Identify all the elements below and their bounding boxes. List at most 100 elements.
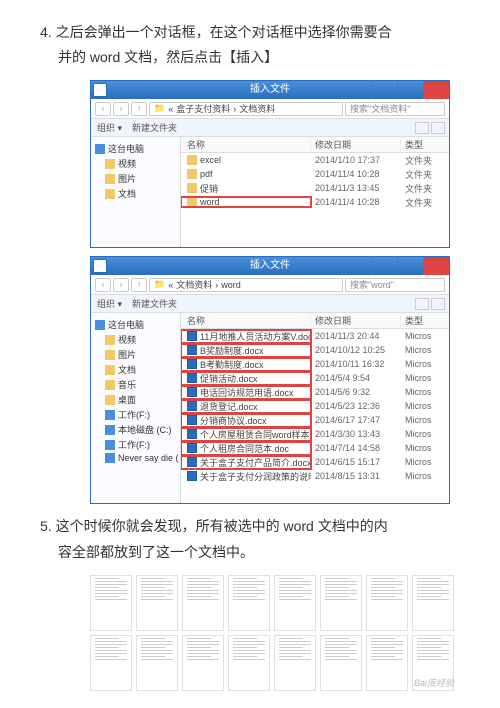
- nav-fwd-icon[interactable]: ›: [113, 278, 129, 292]
- step4-text: 4. 之后会弹出一个对话框，在这个对话框中选择你需要合 并的 word 文档，然…: [40, 20, 470, 70]
- sidebar-item-cdisk[interactable]: 本地磁盘 (C:): [95, 422, 176, 437]
- dialog2-title: 插入文件: [250, 260, 290, 271]
- page-thumb: [182, 635, 224, 691]
- col-name[interactable]: 名称: [181, 137, 311, 152]
- sidebar-item-thispc[interactable]: 这台电脑: [95, 317, 176, 332]
- table-row[interactable]: excel2014/1/10 17:37文件夹: [181, 153, 449, 167]
- table-row[interactable]: 个人租房合同范本.doc2014/7/14 14:58Micros: [181, 441, 449, 455]
- docx-icon: [187, 387, 197, 397]
- help-icon[interactable]: [431, 298, 445, 310]
- docx-icon: [187, 443, 197, 453]
- sidebar-item-work[interactable]: 工作(F:): [95, 407, 176, 422]
- page-thumb: [412, 575, 454, 631]
- sidebar-item-docs[interactable]: 文档: [95, 186, 176, 201]
- search-input[interactable]: 搜索"word": [345, 278, 445, 292]
- sidebar-item-never[interactable]: Never say die (: [95, 452, 176, 464]
- page-thumb: [228, 635, 270, 691]
- nav-up-icon[interactable]: ↑: [131, 278, 147, 292]
- view-icon[interactable]: [415, 122, 429, 134]
- folder-icon: [187, 183, 197, 193]
- nav-back-icon[interactable]: ‹: [95, 102, 111, 116]
- breadcrumb[interactable]: 📁 « 文档资料 › word: [149, 278, 343, 292]
- sidebar-item-desktop[interactable]: 桌面: [95, 392, 176, 407]
- docx-icon: [187, 457, 197, 467]
- table-row[interactable]: 退货登记.docx2014/5/23 12:36Micros: [181, 399, 449, 413]
- step4-num: 4.: [40, 20, 52, 45]
- view-icon[interactable]: [415, 298, 429, 310]
- minimize-button[interactable]: [371, 81, 397, 99]
- nav-back-icon[interactable]: ‹: [95, 278, 111, 292]
- sidebar-item-thispc[interactable]: 这台电脑: [95, 141, 176, 156]
- dialog2-screenshot: 插入文件 ‹ › ↑ 📁 « 文档资料 › word 搜索"word: [90, 256, 450, 504]
- file-list: 名称 修改日期 类型 11月地推人员活动方案V.docx2014/11/3 20…: [181, 313, 449, 503]
- sidebar-item-music[interactable]: 音乐: [95, 377, 176, 392]
- help-icon[interactable]: [431, 122, 445, 134]
- page-thumb: [366, 575, 408, 631]
- sidebar: 这台电脑 视频 图片 文档 音乐 桌面 工作(F:) 本地磁盘 (C:) 工作(…: [91, 313, 181, 503]
- close-button[interactable]: [423, 81, 449, 99]
- folder-icon: [187, 155, 197, 165]
- maximize-button[interactable]: [397, 81, 423, 99]
- result-thumbnails: Bai度经验: [90, 575, 460, 691]
- nav-up-icon[interactable]: ↑: [131, 102, 147, 116]
- col-type[interactable]: 类型: [401, 137, 449, 152]
- watermark: Bai度经验: [414, 676, 454, 689]
- page-thumb: [90, 635, 132, 691]
- sidebar-item-software[interactable]: 工作(F:): [95, 437, 176, 452]
- table-row[interactable]: 个人房屋租赁合同word样本.doc2014/3/30 13:43Micros: [181, 427, 449, 441]
- page-thumb: [136, 635, 178, 691]
- page-thumb: [320, 575, 362, 631]
- word-icon: [93, 259, 107, 273]
- docx-icon: [187, 331, 197, 341]
- organize-menu[interactable]: 组织 ▾: [97, 121, 122, 134]
- organize-menu[interactable]: 组织 ▾: [97, 297, 122, 310]
- sidebar: 这台电脑 视频 图片 文档: [91, 137, 181, 247]
- table-row[interactable]: 分销商协议.docx2014/6/17 17:47Micros: [181, 413, 449, 427]
- close-button[interactable]: [423, 257, 449, 275]
- sidebar-item-video[interactable]: 视频: [95, 156, 176, 171]
- table-row[interactable]: B考勤制度.docx2014/10/11 16:32Micros: [181, 357, 449, 371]
- docx-icon: [187, 373, 197, 383]
- sidebar-item-docs[interactable]: 文档: [95, 362, 176, 377]
- new-folder-button[interactable]: 新建文件夹: [132, 121, 177, 134]
- dialog1-screenshot: 插入文件 ‹ › ↑ 📁 « 盒子支付资料 › 文档资料 搜索"文档: [90, 80, 450, 248]
- table-row[interactable]: B奖励制度.docx2014/10/12 10:25Micros: [181, 343, 449, 357]
- dialog1-title: 插入文件: [250, 84, 290, 95]
- docx-icon: [187, 345, 197, 355]
- docx-icon: [187, 401, 197, 411]
- table-row[interactable]: 关于盒子支付产品简介.docx2014/6/15 15:17Micros: [181, 455, 449, 469]
- new-folder-button[interactable]: 新建文件夹: [132, 297, 177, 310]
- folder-icon: [187, 197, 197, 207]
- table-row[interactable]: 电话回访规范用语.docx2014/5/6 9:32Micros: [181, 385, 449, 399]
- page-thumb: [228, 575, 270, 631]
- table-row[interactable]: 关于盒子支付分润政策的说明.docx2014/8/15 13:31Micros: [181, 469, 449, 483]
- docx-icon: [187, 359, 197, 369]
- col-date[interactable]: 修改日期: [311, 137, 401, 152]
- nav-fwd-icon[interactable]: ›: [113, 102, 129, 116]
- page-thumb: [274, 575, 316, 631]
- docx-icon: [187, 471, 197, 481]
- table-row[interactable]: pdf2014/11/4 10:28文件夹: [181, 167, 449, 181]
- page-thumb: [320, 635, 362, 691]
- page-thumb: [90, 575, 132, 631]
- table-row[interactable]: 11月地推人员活动方案V.docx2014/11/3 20:44Micros: [181, 329, 449, 343]
- page-thumb: [274, 635, 316, 691]
- search-input[interactable]: 搜索"文档资料": [345, 102, 445, 116]
- file-list: 名称 修改日期 类型 excel2014/1/10 17:37文件夹pdf201…: [181, 137, 449, 247]
- table-row[interactable]: word2014/11/4 10:28文件夹: [181, 195, 449, 209]
- page-thumb: [136, 575, 178, 631]
- col-name[interactable]: 名称: [181, 313, 311, 328]
- col-type[interactable]: 类型: [401, 313, 449, 328]
- table-row[interactable]: 促销2014/11/3 13:45文件夹: [181, 181, 449, 195]
- sidebar-item-video[interactable]: 视频: [95, 332, 176, 347]
- sidebar-item-pic[interactable]: 图片: [95, 171, 176, 186]
- breadcrumb[interactable]: 📁 « 盒子支付资料 › 文档资料: [149, 102, 343, 116]
- titlebar: 插入文件: [91, 257, 449, 275]
- step5-num: 5.: [40, 514, 52, 539]
- maximize-button[interactable]: [397, 257, 423, 275]
- minimize-button[interactable]: [371, 257, 397, 275]
- docx-icon: [187, 415, 197, 425]
- table-row[interactable]: 促销活动.docx2014/5/4 9:54Micros: [181, 371, 449, 385]
- col-date[interactable]: 修改日期: [311, 313, 401, 328]
- sidebar-item-pic[interactable]: 图片: [95, 347, 176, 362]
